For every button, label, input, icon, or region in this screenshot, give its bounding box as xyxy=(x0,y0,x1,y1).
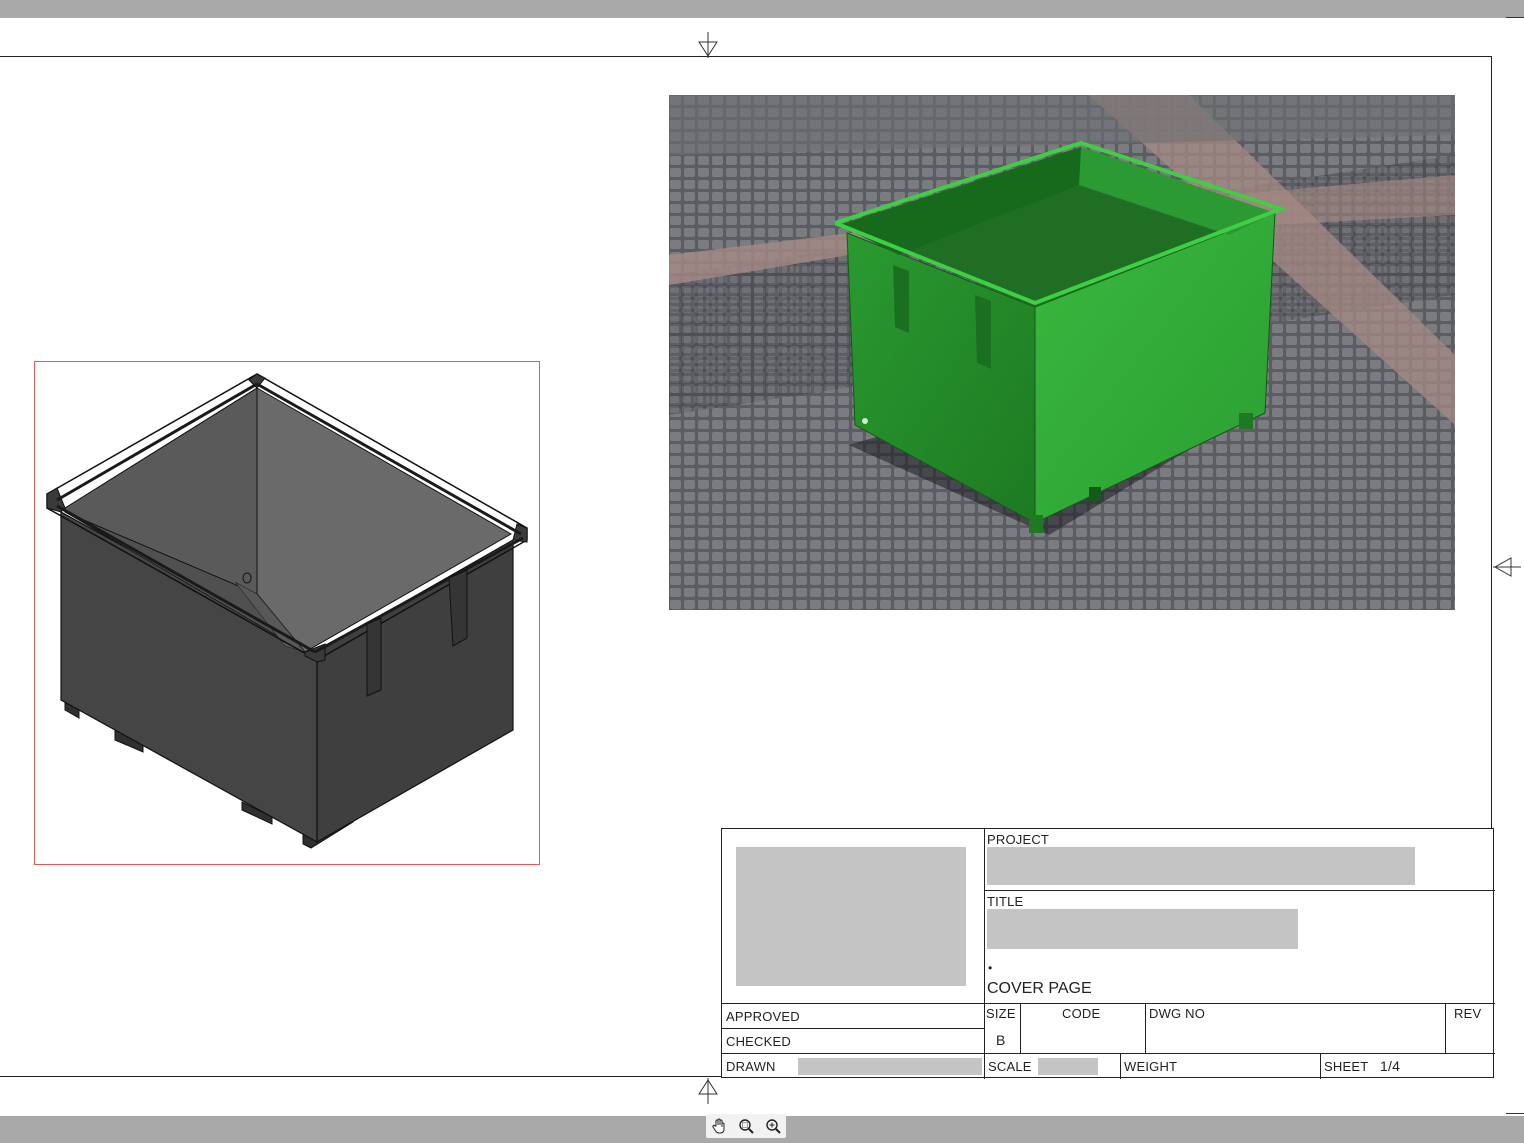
sheet-center-marker-top xyxy=(698,32,718,58)
divider xyxy=(722,1003,1495,1004)
pan-hand-icon[interactable] xyxy=(708,1116,730,1136)
divider xyxy=(1120,1053,1121,1079)
title-value-redacted xyxy=(987,909,1298,949)
sheet-center-marker-bottom xyxy=(698,1078,718,1104)
size-label: SIZE xyxy=(986,1006,1016,1021)
isometric-container-drawing xyxy=(46,373,528,849)
title-label: TITLE xyxy=(987,894,1024,909)
drawn-value-redacted xyxy=(798,1058,982,1075)
logo-placeholder xyxy=(736,847,966,986)
divider xyxy=(984,890,1495,891)
dwg-no-label: DWG NO xyxy=(1149,1006,1206,1021)
scale-label: SCALE xyxy=(988,1059,1032,1074)
divider xyxy=(722,1028,984,1029)
project-label: PROJECT xyxy=(987,832,1050,847)
divider xyxy=(984,829,985,1079)
navigation-toolbar xyxy=(706,1114,786,1138)
sheet-label: SHEET xyxy=(1324,1059,1369,1074)
top-toolbar-strip xyxy=(0,0,1524,18)
divider xyxy=(1445,1003,1446,1053)
rendered-container-photo xyxy=(669,95,1455,610)
zoom-icon[interactable] xyxy=(762,1116,784,1136)
drawn-label: DRAWN xyxy=(726,1059,776,1074)
sheet-value: 1/4 xyxy=(1380,1058,1401,1074)
corner-tick-top-right xyxy=(1506,17,1524,18)
approved-label: APPROVED xyxy=(726,1009,800,1024)
divider xyxy=(1320,1053,1321,1079)
title-block: PROJECT TITLE • COVER PAGE APPROVED CHEC… xyxy=(721,828,1495,1079)
size-value: B xyxy=(996,1032,1006,1048)
scale-value-redacted xyxy=(1038,1058,1098,1075)
isometric-view-selected[interactable] xyxy=(34,361,540,865)
project-value-redacted xyxy=(987,847,1415,885)
weight-label: WEIGHT xyxy=(1124,1059,1178,1074)
checked-label: CHECKED xyxy=(726,1034,791,1049)
sheet-center-marker-right xyxy=(1493,557,1521,577)
cover-page-text: COVER PAGE xyxy=(987,980,1092,997)
divider xyxy=(1145,1003,1146,1053)
code-label: CODE xyxy=(1062,1006,1101,1021)
cover-bullet: • xyxy=(988,961,993,975)
corner-tick-bottom-right xyxy=(1506,1113,1524,1114)
divider xyxy=(1020,1003,1021,1053)
zoom-window-icon[interactable] xyxy=(735,1116,757,1136)
divider xyxy=(722,1053,1495,1054)
rev-label: REV xyxy=(1454,1006,1482,1021)
